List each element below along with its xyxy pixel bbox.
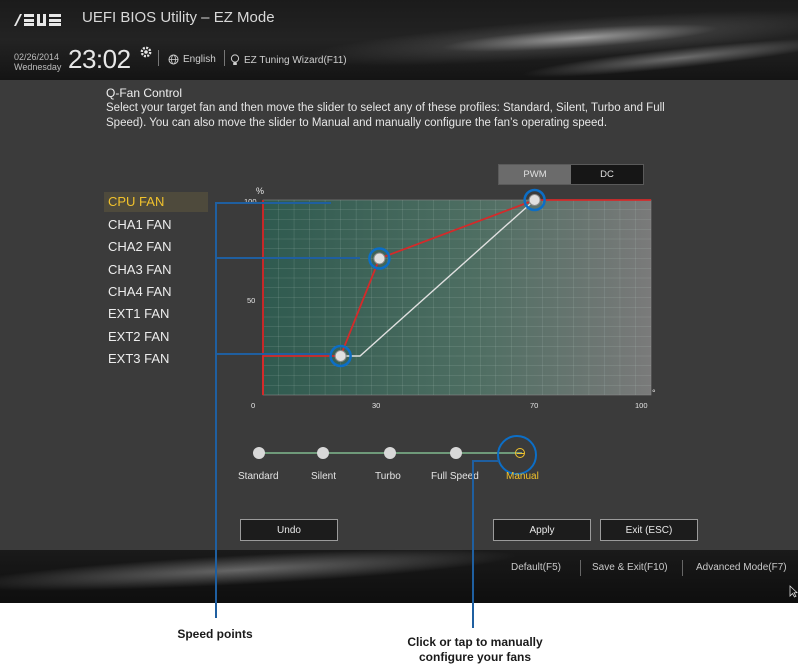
x-unit-label: °C (652, 388, 656, 398)
callout-line-manual (472, 460, 474, 628)
fan-label: CHA1 FAN (108, 217, 172, 232)
asus-logo-icon (14, 14, 61, 26)
fan-item-ext3[interactable]: EXT3 FAN (104, 349, 208, 369)
footer-divider (580, 560, 581, 576)
header-divider (224, 50, 225, 66)
callout-branch-top (215, 202, 331, 204)
bios-screen: UEFI BIOS Utility – EZ Mode 02/26/2014 W… (0, 0, 798, 603)
x-tick-100: 100 (635, 401, 648, 410)
fan-item-cha4[interactable]: CHA4 FAN (104, 282, 208, 302)
fan-item-ext1[interactable]: EXT1 FAN (104, 304, 208, 324)
profile-label-turbo[interactable]: Turbo (375, 471, 401, 482)
profile-label-manual[interactable]: Manual (506, 471, 539, 482)
y-unit-label: % (256, 186, 264, 196)
language-label: English (183, 54, 216, 65)
fan-label: CHA2 FAN (108, 239, 172, 254)
gear-icon[interactable] (139, 45, 153, 59)
speed-point-1[interactable] (334, 350, 347, 362)
lightbulb-icon (230, 54, 240, 65)
globe-icon (168, 54, 179, 65)
mouse-cursor-icon (789, 585, 798, 598)
date-display: 02/26/2014 Wednesday (14, 52, 61, 72)
save-exit-button[interactable]: Save & Exit(F10) (592, 562, 668, 573)
speed-point-3[interactable] (528, 194, 541, 206)
fan-label: CPU FAN (108, 194, 165, 209)
speed-point-2[interactable] (373, 252, 386, 265)
header-bar: UEFI BIOS Utility – EZ Mode 02/26/2014 W… (0, 0, 798, 85)
date-text: 02/26/2014 (14, 52, 60, 62)
callout-branch-manual (472, 460, 499, 462)
profile-stop-standard[interactable] (253, 447, 265, 459)
default-button[interactable]: Default(F5) (511, 562, 561, 573)
fan-item-cpu[interactable]: CPU FAN (104, 192, 208, 212)
exit-button[interactable]: Exit (ESC) (600, 519, 698, 541)
fan-item-cha2[interactable]: CHA2 FAN (104, 237, 208, 257)
fan-item-cha3[interactable]: CHA3 FAN (104, 260, 208, 280)
x-tick-70: 70 (530, 401, 538, 410)
profile-label-silent[interactable]: Silent (311, 471, 336, 482)
fan-label: CHA3 FAN (108, 262, 172, 277)
page-title: Q-Fan Control (106, 86, 183, 100)
callout-branch-bottom (215, 353, 330, 355)
profile-stop-full-speed[interactable] (450, 447, 462, 459)
fan-item-ext2[interactable]: EXT2 FAN (104, 327, 208, 347)
profile-stop-turbo[interactable] (384, 447, 396, 459)
ez-tuning-wizard-label: EZ Tuning Wizard(F11) (244, 54, 347, 66)
apply-button[interactable]: Apply (493, 519, 591, 541)
fan-label: CHA4 FAN (108, 284, 172, 299)
callout-branch-middle (215, 257, 360, 259)
fan-item-cha1[interactable]: CHA1 FAN (104, 215, 208, 235)
ez-tuning-wizard-button[interactable]: EZ Tuning Wizard(F11) (230, 54, 347, 66)
page-description: Select your target fan and then move the… (106, 102, 665, 129)
callout-speed-points: Speed points (177, 627, 253, 641)
fan-label: EXT2 FAN (108, 329, 170, 344)
profile-stop-silent[interactable] (317, 447, 329, 459)
footer-divider (682, 560, 683, 576)
undo-button[interactable]: Undo (240, 519, 338, 541)
fan-label: EXT1 FAN (108, 306, 170, 321)
advanced-mode-button[interactable]: Advanced Mode(F7) (696, 562, 787, 573)
header-divider (158, 50, 159, 66)
x-tick-30: 30 (372, 401, 380, 410)
language-selector[interactable]: English (168, 54, 216, 65)
fan-curve-graph[interactable]: % °C 100 50 0 30 70 100 (216, 180, 656, 410)
app-title: UEFI BIOS Utility – EZ Mode (82, 9, 275, 26)
profile-label-standard[interactable]: Standard (238, 471, 279, 482)
callout-line-speed-points (215, 202, 217, 618)
manual-stop-mark (517, 453, 524, 454)
fan-label: EXT3 FAN (108, 351, 170, 366)
callout-manual: Click or tap to manually configure your … (407, 635, 543, 664)
weekday-text: Wednesday (14, 62, 62, 72)
time-display: 23:02 (68, 44, 131, 74)
x-tick-0: 0 (251, 401, 255, 410)
y-tick-50: 50 (247, 296, 255, 305)
